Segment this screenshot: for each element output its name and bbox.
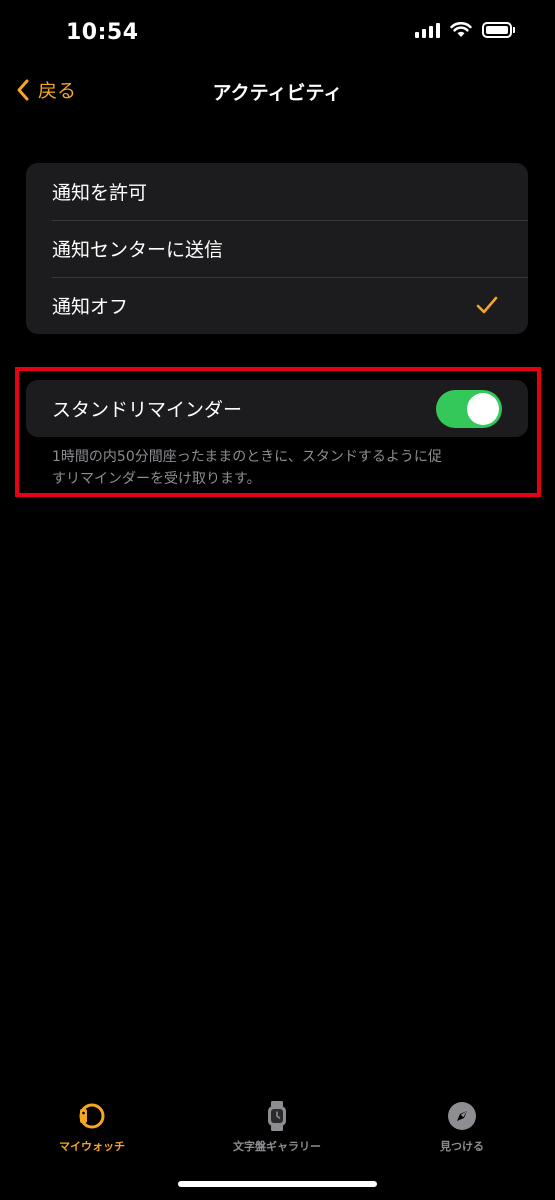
option-label: 通知センターに送信 — [52, 239, 224, 261]
tab-label: 文字盤ギャラリー — [233, 1140, 321, 1153]
stand-reminder-group: スタンドリマインダー — [26, 380, 528, 437]
battery-icon — [482, 22, 515, 38]
footnote-line-1: 1時間の内50分間座ったままのときに、スタンドするように促 — [52, 449, 442, 465]
tab-bar: マイウォッチ 文字盤ギャラリー 見つける — [0, 1085, 555, 1165]
tab-label: 見つける — [440, 1140, 484, 1153]
navigation-bar: 戻る アクティビティ — [0, 62, 555, 118]
watch-face-icon — [268, 1101, 286, 1131]
stand-reminder-toggle[interactable] — [436, 390, 502, 428]
toggle-knob — [467, 393, 499, 425]
option-allow-notifications[interactable]: 通知を許可 — [26, 163, 528, 220]
home-indicator[interactable] — [178, 1181, 377, 1187]
checkmark-icon — [476, 296, 498, 314]
wifi-icon — [450, 22, 472, 37]
stand-reminder-label: スタンドリマインダー — [52, 399, 243, 421]
status-bar: 10:54 — [0, 0, 555, 62]
tab-my-watch[interactable]: マイウォッチ — [17, 1100, 167, 1154]
watch-icon — [79, 1103, 105, 1129]
tab-label: マイウォッチ — [59, 1140, 125, 1153]
footnote-line-2: すリマインダーを受け取ります。 — [52, 471, 261, 487]
stand-reminder-row: スタンドリマインダー — [26, 380, 528, 437]
tab-discover[interactable]: 見つける — [387, 1100, 537, 1154]
option-label: 通知オフ — [52, 296, 129, 318]
stand-reminder-footnote: 1時間の内50分間座ったままのときに、スタンドするように促 すリマインダーを受け… — [52, 446, 512, 490]
option-send-to-notification-center[interactable]: 通知センターに送信 — [26, 220, 528, 277]
notification-options-group: 通知を許可 通知センターに送信 通知オフ — [26, 163, 528, 334]
option-notifications-off[interactable]: 通知オフ — [26, 277, 528, 334]
option-label: 通知を許可 — [52, 182, 148, 204]
status-icons — [415, 22, 515, 38]
cellular-signal-icon — [415, 22, 440, 38]
tab-face-gallery[interactable]: 文字盤ギャラリー — [202, 1100, 352, 1154]
compass-icon — [448, 1102, 476, 1130]
page-title: アクティビティ — [212, 82, 343, 104]
status-time: 10:54 — [66, 20, 139, 45]
